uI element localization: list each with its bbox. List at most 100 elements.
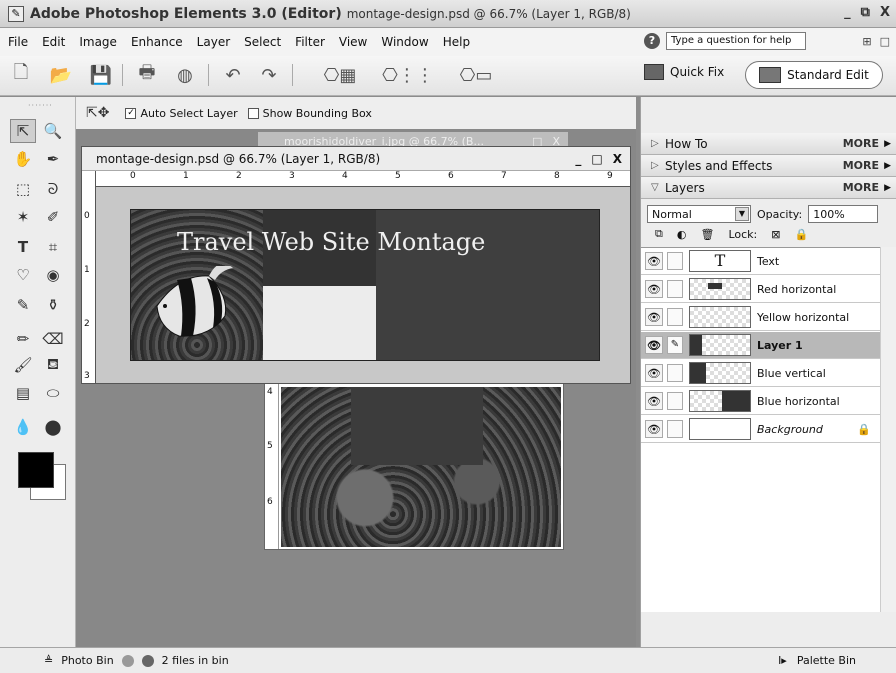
palette-bin-toggle-icon[interactable]: I▸ bbox=[778, 654, 787, 667]
eyedropper-tool-icon[interactable]: ✒ bbox=[40, 147, 66, 171]
eye-icon[interactable]: 👁 bbox=[645, 364, 663, 382]
document-titlebar[interactable]: montage-design.psd @ 66.7% (Layer 1, RGB… bbox=[82, 147, 630, 171]
doc-maximize-button[interactable]: □ bbox=[591, 152, 602, 166]
photo-bin-toggle-icon[interactable]: ≜ bbox=[44, 654, 53, 667]
eye-icon[interactable]: 👁 bbox=[645, 336, 663, 354]
sponge-tool-icon[interactable]: ⬤ bbox=[40, 415, 66, 439]
toolbox-grip[interactable]: ······· bbox=[28, 101, 53, 110]
window-layout-icon[interactable]: □ bbox=[880, 35, 890, 48]
open-file-icon[interactable]: 📂 bbox=[48, 62, 74, 88]
menu-view[interactable]: View bbox=[339, 35, 367, 49]
clone-stamp-tool-icon[interactable]: ⚱ bbox=[40, 293, 66, 317]
doc-minimize-button[interactable]: _ bbox=[575, 152, 581, 166]
online-services-icon[interactable]: ◍ bbox=[172, 62, 198, 88]
adjustment-layer-icon[interactable]: ◐ bbox=[677, 228, 687, 241]
more-button[interactable]: MORE bbox=[843, 137, 879, 150]
paint-bucket-tool-icon[interactable]: ⛾ bbox=[40, 353, 66, 377]
image-canvas[interactable]: Travel Web Site Montage bbox=[130, 209, 600, 361]
red-eye-tool-icon[interactable]: ◉ bbox=[40, 263, 66, 287]
hand-tool-icon[interactable]: ✋ bbox=[10, 147, 36, 171]
link-box[interactable] bbox=[667, 308, 683, 326]
doc-close-button[interactable]: X bbox=[613, 152, 622, 166]
brush-tool-icon[interactable]: 🖌 bbox=[10, 353, 36, 377]
layers-palette-header[interactable]: ▽ Layers MORE ▶ bbox=[641, 177, 896, 199]
quick-fix-button[interactable]: Quick Fix bbox=[644, 64, 724, 80]
marquee-tool-icon[interactable]: ⬚ bbox=[10, 177, 36, 201]
menu-file[interactable]: File bbox=[8, 35, 28, 49]
eye-icon[interactable]: 👁 bbox=[645, 280, 663, 298]
photo-bin-label[interactable]: Photo Bin bbox=[61, 654, 113, 667]
layer-row-yellow-horizontal[interactable]: 👁 Yellow horizontal bbox=[641, 304, 881, 331]
trash-icon[interactable]: 🗑 bbox=[700, 228, 714, 241]
undo-icon[interactable]: ↶ bbox=[220, 62, 246, 88]
new-layer-icon[interactable]: ⧉ bbox=[655, 227, 663, 241]
show-bounding-box-checkbox[interactable]: Show Bounding Box bbox=[247, 107, 372, 120]
close-button[interactable]: X bbox=[880, 5, 890, 20]
lasso-tool-icon[interactable]: ᘐ bbox=[40, 177, 66, 201]
layer-row-background[interactable]: 👁 Background 🔒 bbox=[641, 416, 881, 443]
restore-button[interactable]: ⧉ bbox=[861, 5, 870, 20]
palette-layout-icon[interactable]: ⊞ bbox=[862, 35, 871, 48]
menu-image[interactable]: Image bbox=[79, 35, 117, 49]
move-tool-icon[interactable]: ⇱ bbox=[10, 119, 36, 143]
layers-scrollbar[interactable] bbox=[880, 247, 896, 612]
styles-effects-palette-header[interactable]: ▷ Styles and Effects MORE ▶ bbox=[641, 155, 896, 177]
more-button[interactable]: MORE bbox=[843, 181, 879, 194]
menu-edit[interactable]: Edit bbox=[42, 35, 65, 49]
link-box[interactable] bbox=[667, 392, 683, 410]
auto-select-layer-checkbox[interactable]: ✓ Auto Select Layer bbox=[125, 107, 238, 120]
lock-transparency-icon[interactable]: ⊠ bbox=[771, 228, 780, 241]
web-gallery-icon[interactable]: ⎔⋮⋮ bbox=[382, 62, 434, 88]
blur-tool-icon[interactable]: 💧 bbox=[10, 415, 36, 439]
foreground-color-swatch[interactable] bbox=[18, 452, 54, 488]
selection-brush-tool-icon[interactable]: ✐ bbox=[40, 205, 66, 229]
new-file-icon[interactable]: 🗋 bbox=[8, 62, 34, 88]
layer-row-layer-1[interactable]: 👁 ✎ Layer 1 bbox=[641, 332, 881, 359]
gradient-tool-icon[interactable]: ▤ bbox=[10, 381, 36, 405]
lock-all-icon[interactable]: 🔒 bbox=[794, 228, 808, 241]
background-document[interactable]: 4 5 6 bbox=[264, 380, 564, 550]
help-search-input[interactable]: Type a question for help bbox=[666, 32, 806, 50]
pencil-tool-icon[interactable]: ✏ bbox=[10, 327, 36, 351]
link-box[interactable] bbox=[667, 420, 683, 438]
layer-row-blue-vertical[interactable]: 👁 Blue vertical bbox=[641, 360, 881, 387]
print-icon[interactable]: 🖶 bbox=[134, 62, 160, 88]
layer-row-blue-horizontal[interactable]: 👁 Blue horizontal bbox=[641, 388, 881, 415]
magic-wand-tool-icon[interactable]: ✶ bbox=[10, 205, 36, 229]
zoom-tool-icon[interactable]: 🔍 bbox=[40, 119, 66, 143]
document-window[interactable]: montage-design.psd @ 66.7% (Layer 1, RGB… bbox=[81, 146, 631, 384]
link-box[interactable] bbox=[667, 252, 683, 270]
crop-tool-icon[interactable]: ⌗ bbox=[40, 235, 66, 259]
eraser-tool-icon[interactable]: ⌫ bbox=[40, 327, 66, 351]
eye-icon[interactable]: 👁 bbox=[645, 420, 663, 438]
layer-row-red-horizontal[interactable]: 👁 Red horizontal bbox=[641, 276, 881, 303]
cookie-cutter-tool-icon[interactable]: ♡ bbox=[10, 263, 36, 287]
palette-bin-label[interactable]: Palette Bin bbox=[797, 654, 856, 667]
eye-icon[interactable]: 👁 bbox=[645, 308, 663, 326]
link-box[interactable] bbox=[667, 364, 683, 382]
shape-tool-icon[interactable]: ⬭ bbox=[40, 381, 66, 405]
previous-icon[interactable] bbox=[121, 654, 134, 667]
eye-icon[interactable]: 👁 bbox=[645, 252, 663, 270]
brush-icon[interactable]: ✎ bbox=[667, 336, 683, 354]
blend-mode-select[interactable]: Normal ▼ bbox=[647, 205, 751, 223]
menu-help[interactable]: Help bbox=[443, 35, 470, 49]
redo-icon[interactable]: ↷ bbox=[256, 62, 282, 88]
menu-select[interactable]: Select bbox=[244, 35, 281, 49]
eye-icon[interactable]: 👁 bbox=[645, 392, 663, 410]
how-to-palette-header[interactable]: ▷ How To MORE ▶ bbox=[641, 133, 896, 155]
menu-layer[interactable]: Layer bbox=[197, 35, 230, 49]
standard-edit-button[interactable]: Standard Edit bbox=[745, 61, 883, 89]
type-tool-icon[interactable]: T bbox=[10, 235, 36, 259]
more-button[interactable]: MORE bbox=[843, 159, 879, 172]
link-box[interactable] bbox=[667, 280, 683, 298]
next-icon[interactable] bbox=[141, 654, 154, 667]
slideshow-icon[interactable]: ⎔▭ bbox=[452, 62, 500, 88]
minimize-button[interactable]: _ bbox=[844, 5, 851, 20]
montage-title-text[interactable]: Travel Web Site Montage bbox=[177, 228, 485, 256]
save-icon[interactable]: 💾 bbox=[88, 62, 114, 88]
menu-filter[interactable]: Filter bbox=[295, 35, 325, 49]
opacity-input[interactable]: 100% bbox=[808, 205, 879, 223]
menu-enhance[interactable]: Enhance bbox=[131, 35, 183, 49]
create-photo-creation-icon[interactable]: ⎔▦ bbox=[320, 62, 360, 88]
